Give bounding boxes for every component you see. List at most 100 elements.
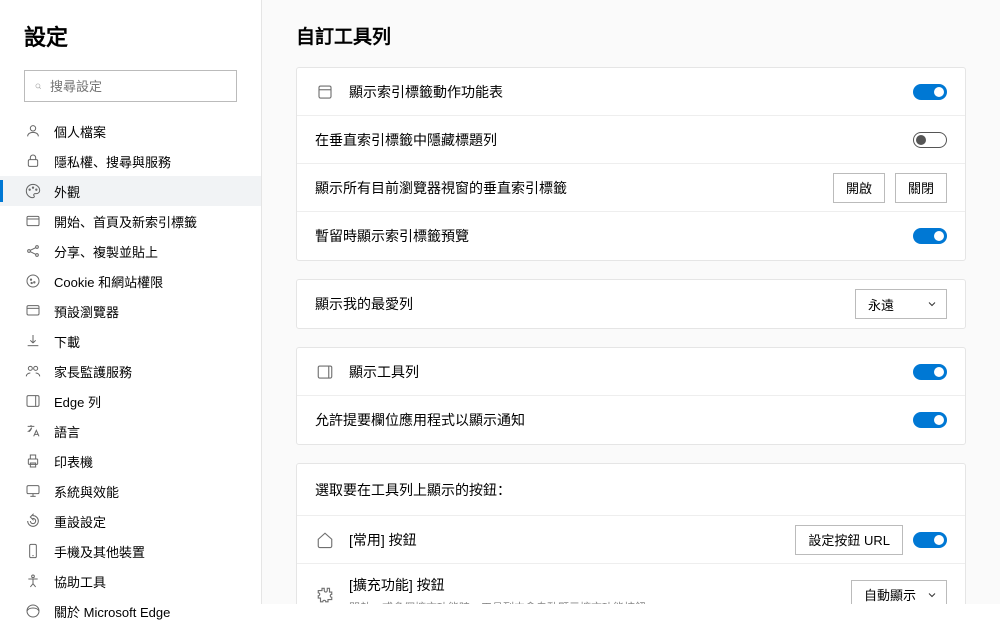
set-home-url-button[interactable]: 設定按鈕 URL [795, 525, 903, 555]
sidebar-item-label: 協助工具 [54, 572, 106, 591]
system-icon [24, 482, 42, 500]
sidebar-item-label: 系統與效能 [54, 482, 119, 501]
row-extensions-button: [擴充功能] 按鈕 開啟一或多個擴充功能時，工具列中會自動顯示擴充功能按鈕。 自… [297, 564, 965, 604]
sidebar-appearance[interactable]: 外觀 [0, 176, 261, 206]
row-sidebar-notifications: 允許提要欄位應用程式以顯示通知 [297, 396, 965, 444]
download-icon [24, 332, 42, 350]
sidebar-share[interactable]: 分享、複製並貼上 [0, 236, 261, 266]
row-sublabel: 開啟一或多個擴充功能時，工具列中會自動顯示擴充功能按鈕。 [349, 599, 851, 605]
settings-title: 設定 [0, 20, 261, 70]
sidebar-item-label: 家長監護服務 [54, 362, 132, 381]
sidebar-item-label: 外觀 [54, 182, 80, 201]
sidebar-item-label: 手機及其他裝置 [54, 542, 145, 561]
favorites-bar-group: 顯示我的最愛列 永遠 [296, 279, 966, 329]
sidebar-system[interactable]: 系統與效能 [0, 476, 261, 506]
accessibility-icon [24, 572, 42, 590]
open-button[interactable]: 開啟 [833, 173, 885, 203]
sidebar-default-browser[interactable]: 預設瀏覽器 [0, 296, 261, 326]
share-icon [24, 242, 42, 260]
page-title: 自訂工具列 [296, 22, 966, 49]
appearance-icon [24, 182, 42, 200]
reset-icon [24, 512, 42, 530]
row-label: 顯示索引標籤動作功能表 [349, 82, 913, 102]
sidebar-item-label: 分享、複製並貼上 [54, 242, 158, 261]
profile-icon [24, 122, 42, 140]
sidebar-privacy[interactable]: 隱私權、搜尋與服務 [0, 146, 261, 176]
toolbar-icon [315, 363, 335, 381]
chevron-down-icon [926, 589, 938, 601]
row-tab-actions: 顯示索引標籤動作功能表 [297, 68, 965, 116]
favorites-bar-dropdown[interactable]: 永遠 [855, 289, 947, 319]
tab-actions-icon [315, 83, 335, 101]
sidebar-item-label: 個人檔案 [54, 122, 106, 141]
toolbar-buttons-group: 選取要在工具列上顯示的按鈕： [常用] 按鈕 設定按鈕 URL [擴充功能] 按… [296, 463, 966, 604]
toolbar-group: 顯示工具列 允許提要欄位應用程式以顯示通知 [296, 347, 966, 445]
tab-icon [24, 212, 42, 230]
sidebar-downloads[interactable]: 下載 [0, 326, 261, 356]
row-home-button: [常用] 按鈕 設定按鈕 URL [297, 516, 965, 564]
toggle-tab-preview[interactable] [913, 228, 947, 244]
row-show-vertical-tabs: 顯示所有目前瀏覽器視窗的垂直索引標籤 開啟 關閉 [297, 164, 965, 212]
row-favorites-bar: 顯示我的最愛列 永遠 [297, 280, 965, 328]
row-tab-preview: 暫留時顯示索引標籤預覽 [297, 212, 965, 260]
toggle-hide-titlebar[interactable] [913, 132, 947, 148]
sidebar-about[interactable]: 關於 Microsoft Edge [0, 596, 261, 626]
row-label: [擴充功能] 按鈕 [349, 575, 851, 595]
sidebar-item-label: Edge 列 [54, 392, 101, 411]
sidebar-item-label: 語言 [54, 422, 80, 441]
row-label: 選取要在工具列上顯示的按鈕： [315, 480, 947, 500]
sidebar-start[interactable]: 開始、首頁及新索引標籤 [0, 206, 261, 236]
row-label: 顯示所有目前瀏覽器視窗的垂直索引標籤 [315, 178, 833, 198]
extension-icon [315, 586, 335, 604]
row-show-toolbar: 顯示工具列 [297, 348, 965, 396]
sidebar-accessibility[interactable]: 協助工具 [0, 566, 261, 596]
row-label: [常用] 按鈕 [349, 530, 795, 550]
sidebar-printers[interactable]: 印表機 [0, 446, 261, 476]
sidebar-item-label: 重設設定 [54, 512, 106, 531]
row-hide-titlebar: 在垂直索引標籤中隱藏標題列 [297, 116, 965, 164]
sidebar-cookies[interactable]: Cookie 和網站權限 [0, 266, 261, 296]
sidebar-mobile[interactable]: 手機及其他裝置 [0, 536, 261, 566]
dropdown-value: 永遠 [868, 295, 894, 314]
close-button[interactable]: 關閉 [895, 173, 947, 203]
nav-list: 個人檔案 隱私權、搜尋與服務 外觀 開始、首頁及新索引標籤 分享、複製並貼上 C… [0, 116, 261, 626]
row-label: 暫留時顯示索引標籤預覽 [315, 226, 913, 246]
chevron-down-icon [926, 298, 938, 310]
tab-actions-group: 顯示索引標籤動作功能表 在垂直索引標籤中隱藏標題列 顯示所有目前瀏覽器視窗的垂直… [296, 67, 966, 261]
search-input[interactable] [50, 79, 226, 94]
sidebar-edge-bar[interactable]: Edge 列 [0, 386, 261, 416]
sidebar-languages[interactable]: 語言 [0, 416, 261, 446]
sidebar-reset[interactable]: 重設設定 [0, 506, 261, 536]
search-icon [35, 79, 42, 94]
printer-icon [24, 452, 42, 470]
sidebar-family[interactable]: 家長監護服務 [0, 356, 261, 386]
sidebar-item-label: 開始、首頁及新索引標籤 [54, 212, 197, 231]
row-label: 顯示工具列 [349, 362, 913, 382]
sidebar-item-label: 關於 Microsoft Edge [54, 602, 170, 621]
toggle-tab-actions[interactable] [913, 84, 947, 100]
sidebar-item-label: 預設瀏覽器 [54, 302, 119, 321]
sidebar-item-label: 隱私權、搜尋與服務 [54, 152, 171, 171]
search-box[interactable] [24, 70, 237, 102]
browser-icon [24, 302, 42, 320]
toggle-show-toolbar[interactable] [913, 364, 947, 380]
row-label: 在垂直索引標籤中隱藏標題列 [315, 130, 913, 150]
row-buttons-header: 選取要在工具列上顯示的按鈕： [297, 464, 965, 516]
edgebar-icon [24, 392, 42, 410]
family-icon [24, 362, 42, 380]
toggle-sidebar-notifications[interactable] [913, 412, 947, 428]
toggle-home-button[interactable] [913, 532, 947, 548]
edge-icon [24, 602, 42, 620]
row-label: 允許提要欄位應用程式以顯示通知 [315, 410, 913, 430]
row-label: 顯示我的最愛列 [315, 294, 855, 314]
sidebar-profile[interactable]: 個人檔案 [0, 116, 261, 146]
extensions-dropdown[interactable]: 自動顯示 [851, 580, 947, 605]
home-icon [315, 531, 335, 549]
sidebar-item-label: 下載 [54, 332, 80, 351]
sidebar-item-label: 印表機 [54, 452, 93, 471]
dropdown-value: 自動顯示 [864, 585, 916, 604]
sidebar-item-label: Cookie 和網站權限 [54, 272, 163, 291]
cookie-icon [24, 272, 42, 290]
phone-icon [24, 542, 42, 560]
lock-icon [24, 152, 42, 170]
